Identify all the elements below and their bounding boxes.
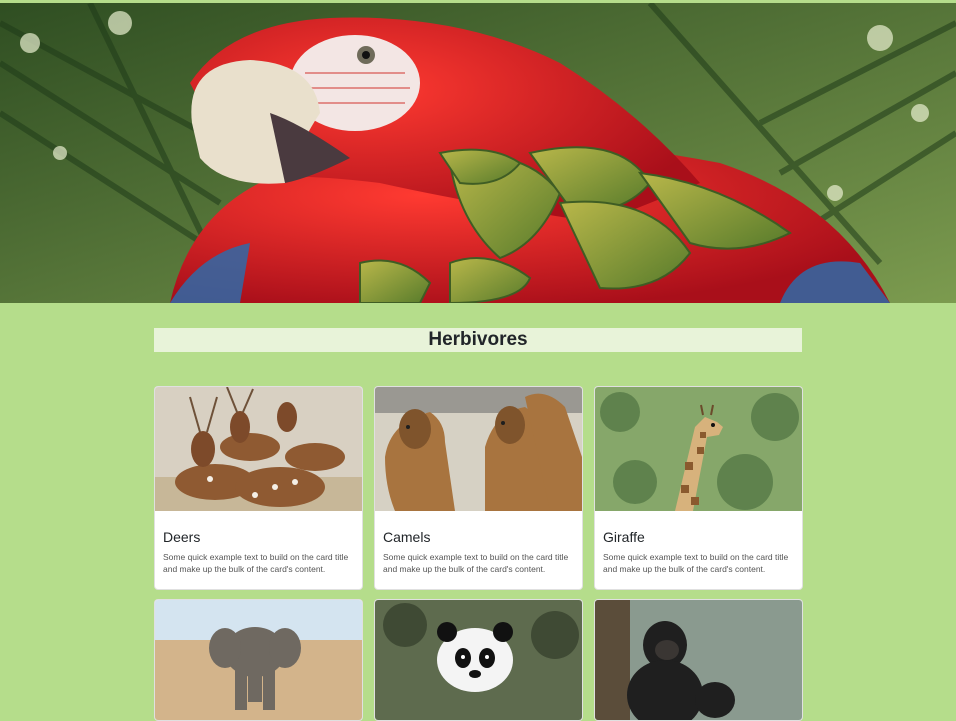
giraffe-image bbox=[595, 387, 802, 511]
giraffe-photo bbox=[595, 387, 802, 511]
card-deers[interactable]: Deers Some quick example text to build o… bbox=[154, 386, 363, 590]
elephant-image bbox=[155, 600, 362, 720]
panda-image bbox=[375, 600, 582, 720]
card-gorilla[interactable] bbox=[594, 599, 803, 721]
camel-image bbox=[375, 387, 582, 511]
section-title: Herbivores bbox=[154, 328, 802, 352]
card-title: Deers bbox=[163, 529, 201, 545]
card-text: Some quick example text to build on the … bbox=[163, 552, 349, 574]
elephant-photo bbox=[155, 600, 362, 720]
card-title: Camels bbox=[383, 529, 431, 545]
card-elephant[interactable] bbox=[154, 599, 363, 721]
parrot-hero-image bbox=[0, 3, 956, 303]
card-text: Some quick example text to build on the … bbox=[383, 552, 569, 574]
card-giraffe[interactable]: Giraffe Some quick example text to build… bbox=[594, 386, 803, 590]
gorilla-photo bbox=[595, 600, 802, 720]
deer-photo bbox=[155, 387, 362, 511]
deer-image bbox=[155, 387, 362, 511]
card-panda[interactable] bbox=[374, 599, 583, 721]
card-title: Giraffe bbox=[603, 529, 645, 545]
camel-photo bbox=[375, 387, 582, 511]
card-camels[interactable]: Camels Some quick example text to build … bbox=[374, 386, 583, 590]
card-text: Some quick example text to build on the … bbox=[603, 552, 789, 574]
panda-photo bbox=[375, 600, 582, 720]
hero-banner bbox=[0, 3, 956, 303]
gorilla-image bbox=[595, 600, 802, 720]
